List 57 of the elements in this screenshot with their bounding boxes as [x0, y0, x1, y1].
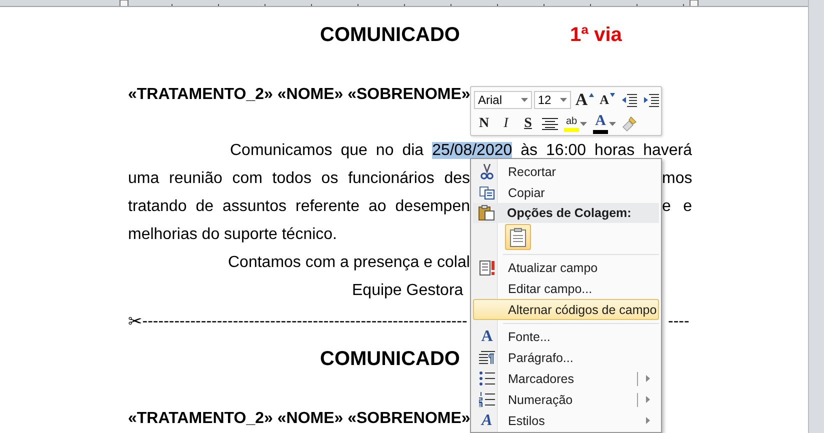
highlight-color-button[interactable]: ab	[562, 113, 589, 135]
caret-icon	[520, 98, 528, 102]
paragraph-line: tratando de assuntos referente ao desempen	[128, 197, 470, 217]
outdent-icon	[621, 93, 637, 107]
menu-item[interactable]: A Fonte...	[473, 326, 659, 347]
clipboard-icon	[478, 205, 494, 221]
font-name-field[interactable]: Arial	[474, 91, 532, 109]
paragraph-line: Contamos com a presença e colal	[228, 253, 470, 273]
numbered-list-icon	[479, 392, 495, 407]
paragraph-line: mos	[662, 169, 692, 189]
bold-button[interactable]: N	[474, 113, 494, 135]
shrink-font-button[interactable]: A	[598, 89, 617, 111]
align-center-icon	[542, 118, 558, 130]
menu-item[interactable]: Numeração	[473, 389, 659, 410]
caret-icon	[580, 122, 587, 126]
menu-item[interactable]: Marcadores	[473, 368, 659, 389]
caret-icon	[609, 122, 616, 126]
document-alert-icon	[478, 260, 496, 276]
copy-label: 1ª via	[570, 23, 622, 48]
menu-item[interactable]: Parágrafo...	[473, 347, 659, 368]
menu-item[interactable]: Editar campo...	[473, 278, 659, 299]
menu-section-header: Opções de Colagem:	[506, 206, 632, 220]
paragraph-line: uma reunião com todos os funcionários des	[128, 169, 470, 189]
menu-item[interactable]: Atualizar campo	[473, 257, 659, 278]
font-size-field[interactable]: 12	[534, 91, 572, 109]
scissors-icon: ✂	[128, 308, 142, 336]
underline-button[interactable]: S	[518, 113, 538, 135]
copy-icon	[479, 186, 495, 200]
merge-fields: «TRATAMENTO_2» «NOME» «SOBRENOME»	[128, 405, 470, 433]
paragraph-line: melhorias do suporte técnico.	[128, 225, 337, 245]
document-title: COMUNICADO	[320, 347, 460, 372]
menu-item[interactable]: Alternar códigos de campo	[473, 299, 659, 320]
paragraph-line: Comunicamos que no dia 25/08/2020 às 16:00 horas haverá	[229, 141, 692, 161]
indent-icon	[643, 93, 659, 107]
menu-item[interactable]: Copiar	[473, 182, 659, 203]
styles-icon: A	[482, 412, 492, 428]
document-title: COMUNICADO	[320, 23, 460, 48]
scissors-icon	[480, 164, 494, 180]
paintbrush-icon	[622, 116, 638, 132]
signature: Equipe Gestora	[352, 281, 464, 301]
italic-button[interactable]: I	[496, 113, 516, 135]
menu-item[interactable]: Recortar	[473, 161, 659, 182]
bullet-list-icon	[479, 371, 495, 386]
paste-option-button[interactable]	[505, 224, 531, 250]
arrow-down-icon	[610, 93, 615, 97]
paragraph-line: e e	[662, 197, 692, 217]
menu-item[interactable]: A Estilos	[473, 410, 659, 431]
font-color-button[interactable]: A	[591, 113, 618, 135]
font-icon: A	[481, 328, 493, 344]
cut-line: -------------------------------------------------------------	[142, 312, 468, 332]
scrollbar[interactable]	[808, 0, 824, 433]
caret-icon	[560, 98, 568, 102]
merge-fields: «TRATAMENTO_2» «NOME» «SOBRENOME»	[128, 81, 470, 109]
cut-line: ----	[668, 312, 690, 332]
paragraph-icon	[479, 350, 495, 364]
grow-font-button[interactable]: A	[573, 89, 596, 111]
arrow-up-icon	[588, 93, 594, 97]
